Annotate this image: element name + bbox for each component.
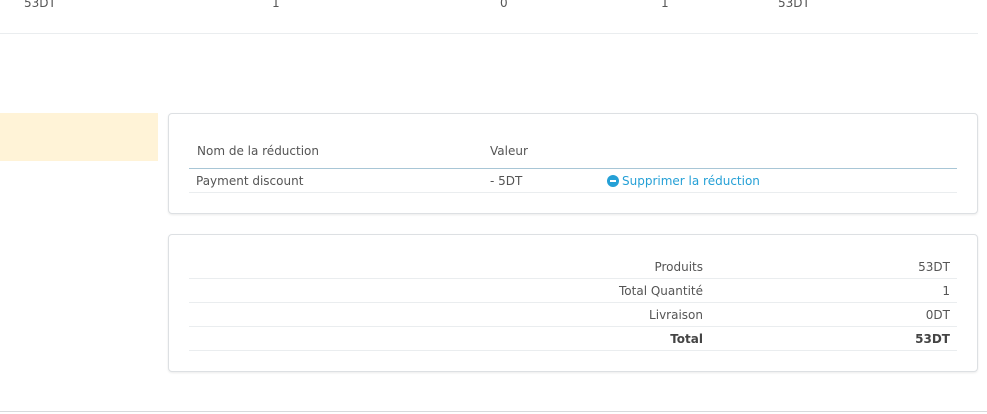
totals-row-grand-total: Total 53DT: [189, 327, 957, 351]
totals-shipping-value: 0DT: [925, 308, 950, 322]
totals-total-label: Total: [670, 332, 703, 346]
remove-discount-link[interactable]: Supprimer la réduction: [622, 174, 760, 188]
totals-panel: Produits 53DT Total Quantité 1 Livraison…: [168, 234, 978, 372]
totals-row-products: Produits 53DT: [189, 255, 957, 279]
divider: [0, 411, 987, 412]
totals-products-value: 53DT: [918, 260, 950, 274]
discount-row: Payment discount - 5DT Supprimer la rédu…: [189, 169, 957, 193]
minus-circle-icon[interactable]: [607, 175, 619, 187]
discount-name: Payment discount: [196, 174, 304, 188]
totals-products-label: Produits: [654, 260, 703, 274]
discount-value: - 5DT: [490, 174, 523, 188]
totals-shipping-label: Livraison: [649, 308, 703, 322]
totals-quantity-label: Total Quantité: [619, 284, 703, 298]
product-row: 53DT 1 0 1 53DT: [0, 0, 978, 34]
totals-row-quantity: Total Quantité 1: [189, 279, 957, 303]
product-stock: 1: [661, 0, 669, 10]
totals-row-shipping: Livraison 0DT: [189, 303, 957, 327]
discounts-panel: Nom de la réduction Valeur Payment disco…: [168, 113, 978, 214]
totals-total-value: 53DT: [915, 332, 950, 346]
product-refunded: 0: [500, 0, 508, 10]
discount-value-header: Valeur: [490, 144, 528, 158]
product-unit-price: 53DT: [24, 0, 56, 10]
alert-box: [0, 113, 158, 161]
discount-name-header: Nom de la réduction: [197, 144, 319, 158]
product-total: 53DT: [778, 0, 810, 10]
totals-quantity-value: 1: [942, 284, 950, 298]
discounts-table-header: Nom de la réduction Valeur: [189, 144, 957, 169]
product-quantity: 1: [272, 0, 280, 10]
totals-table: Produits 53DT Total Quantité 1 Livraison…: [189, 255, 957, 351]
